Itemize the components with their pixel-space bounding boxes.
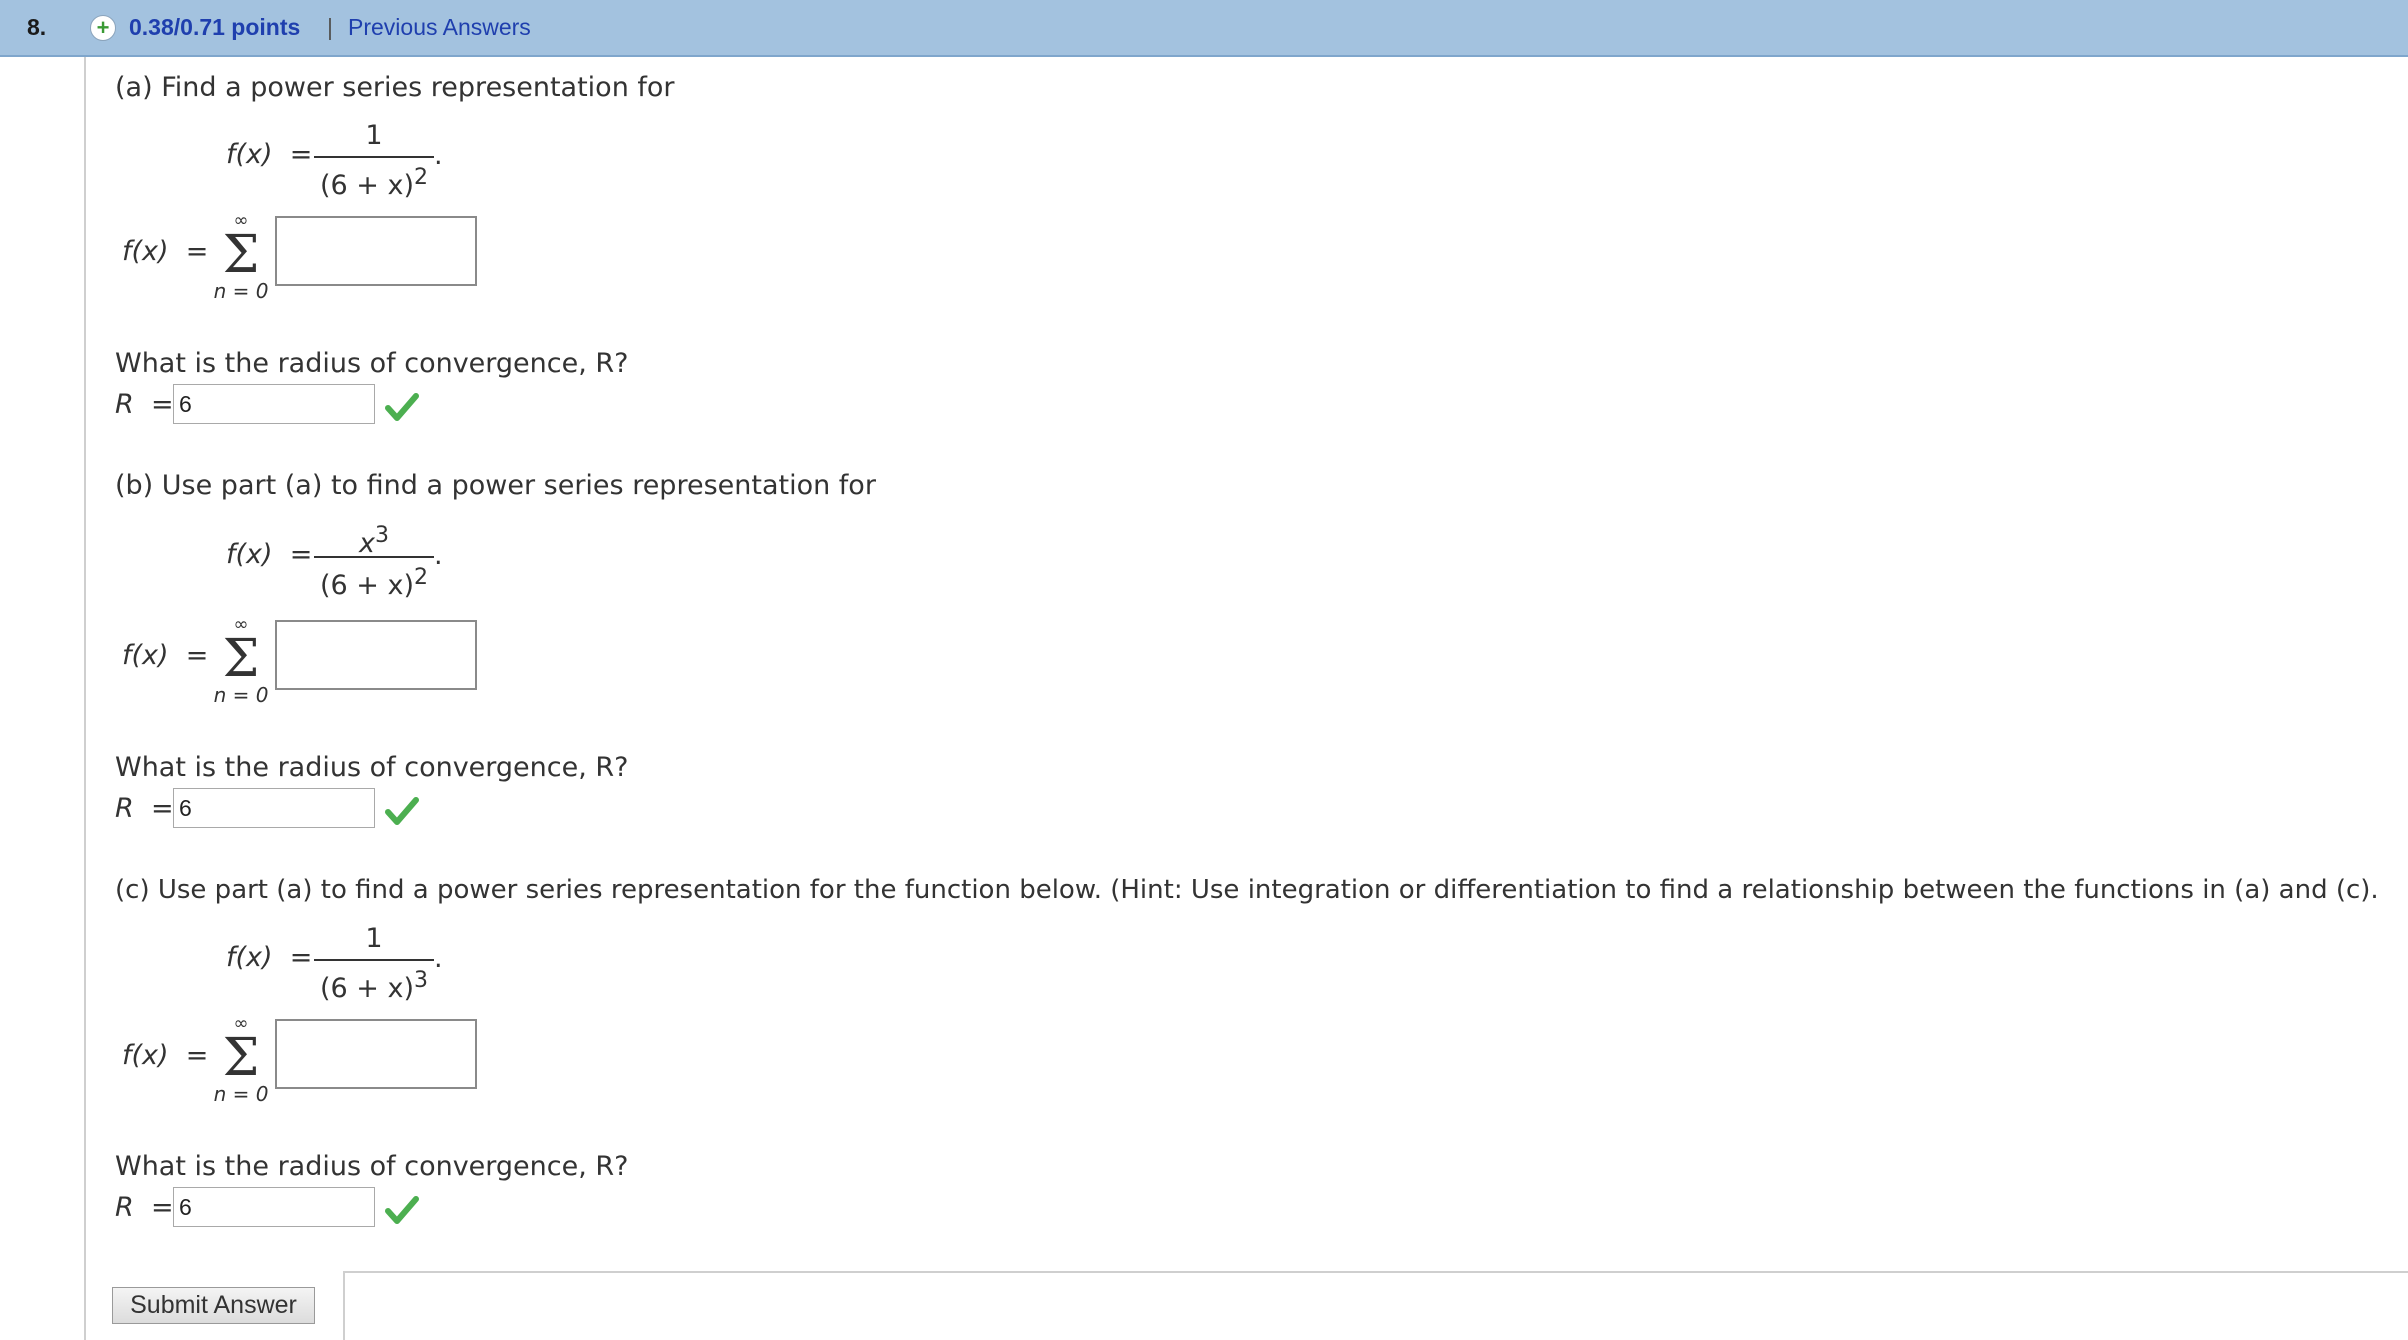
part-c-prompt: (c) Use part (a) to find a power series … bbox=[115, 875, 2379, 905]
fx-text: f(x) bbox=[226, 942, 273, 973]
part-b-radius-question: What is the radius of convergence, R? bbox=[115, 752, 629, 783]
part-c-radius-input[interactable]: 6 bbox=[173, 1187, 375, 1227]
part-a-radius-question: What is the radius of convergence, R? bbox=[115, 348, 629, 379]
equals-sign: = bbox=[150, 389, 174, 420]
summation-lower-limit: n = 0 bbox=[213, 1082, 269, 1106]
radius-symbol: R bbox=[115, 793, 134, 824]
question-number: 8. bbox=[27, 14, 47, 40]
part-c-series-input[interactable] bbox=[275, 1019, 477, 1089]
plus-icon[interactable]: + bbox=[90, 15, 116, 41]
summation-lower-limit: n = 0 bbox=[213, 683, 269, 707]
part-c-radius-label: R = bbox=[115, 1192, 174, 1223]
equals-sign: = bbox=[150, 1192, 174, 1223]
part-c-series-label: f(x) = bbox=[122, 1040, 208, 1071]
part-a-radius-label: R = bbox=[115, 389, 174, 420]
answer-area-frame bbox=[343, 1271, 2408, 1340]
part-c-summation: ∞ Σ n = 0 bbox=[206, 1015, 276, 1106]
denominator-base: (6 + x) bbox=[319, 973, 414, 1004]
period: . bbox=[434, 140, 443, 171]
part-c-radius-question: What is the radius of convergence, R? bbox=[115, 1151, 629, 1182]
denominator-base: (6 + x) bbox=[319, 570, 414, 601]
denominator-base: (6 + x) bbox=[319, 170, 414, 201]
radius-symbol: R bbox=[115, 1192, 134, 1223]
part-b-summation: ∞ Σ n = 0 bbox=[206, 616, 276, 707]
part-b-series-label: f(x) = bbox=[122, 640, 208, 671]
period: . bbox=[434, 943, 443, 974]
summation-lower-limit: n = 0 bbox=[213, 279, 269, 303]
check-icon bbox=[385, 393, 419, 421]
fraction-denominator: (6 + x)2 bbox=[308, 558, 440, 601]
denominator-exponent: 3 bbox=[414, 968, 428, 993]
part-b-prompt: (b) Use part (a) to find a power series … bbox=[115, 470, 876, 501]
equals-sign: = bbox=[185, 236, 209, 267]
fx-text: f(x) bbox=[226, 139, 273, 170]
period: . bbox=[434, 540, 443, 571]
equals-sign: = bbox=[185, 1040, 209, 1071]
fx-text: f(x) bbox=[122, 1040, 169, 1071]
part-b-series-input[interactable] bbox=[275, 620, 477, 690]
numerator-base: x bbox=[359, 528, 375, 559]
fraction-numerator: 1 bbox=[365, 120, 383, 151]
previous-answers-link[interactable]: Previous Answers bbox=[348, 14, 531, 41]
sigma-icon: Σ bbox=[222, 225, 260, 285]
fraction-numerator: 1 bbox=[365, 923, 383, 954]
fraction-denominator: (6 + x)2 bbox=[308, 158, 440, 201]
fx-text: f(x) bbox=[122, 236, 169, 267]
part-a-function-label: f(x) = bbox=[226, 139, 312, 170]
part-a-radius-input[interactable]: 6 bbox=[173, 384, 375, 424]
part-c-fraction: 1 (6 + x)3 bbox=[308, 921, 440, 1004]
header-separator: | bbox=[327, 14, 333, 40]
denominator-exponent: 2 bbox=[414, 565, 428, 590]
points-score[interactable]: 0.38/0.71 points bbox=[129, 14, 300, 41]
fx-text: f(x) bbox=[122, 640, 169, 671]
part-b-function-label: f(x) = bbox=[226, 539, 312, 570]
fx-text: f(x) bbox=[226, 539, 273, 570]
question-header: 8. + 0.38/0.71 points | Previous Answers bbox=[0, 0, 2408, 57]
part-a-fraction: 1 (6 + x)2 bbox=[308, 118, 440, 201]
equals-sign: = bbox=[185, 640, 209, 671]
fraction-numerator: x3 bbox=[308, 518, 440, 559]
equals-sign: = bbox=[150, 793, 174, 824]
part-c-function-label: f(x) = bbox=[226, 942, 312, 973]
part-a-prompt: (a) Find a power series representation f… bbox=[115, 72, 675, 103]
part-a-series-input[interactable] bbox=[275, 216, 477, 286]
sigma-icon: Σ bbox=[222, 1028, 260, 1088]
part-b-fraction: x3 (6 + x)2 bbox=[308, 518, 440, 601]
part-a-series-label: f(x) = bbox=[122, 236, 208, 267]
numerator-exponent: 3 bbox=[374, 523, 389, 548]
check-icon bbox=[385, 1196, 419, 1224]
fraction-denominator: (6 + x)3 bbox=[308, 961, 440, 1004]
denominator-exponent: 2 bbox=[414, 165, 428, 190]
part-a-summation: ∞ Σ n = 0 bbox=[206, 212, 276, 303]
sigma-icon: Σ bbox=[222, 629, 260, 689]
part-b-radius-label: R = bbox=[115, 793, 174, 824]
part-b-radius-input[interactable]: 6 bbox=[173, 788, 375, 828]
radius-symbol: R bbox=[115, 389, 134, 420]
check-icon bbox=[385, 797, 419, 825]
submit-answer-button[interactable]: Submit Answer bbox=[112, 1287, 315, 1324]
